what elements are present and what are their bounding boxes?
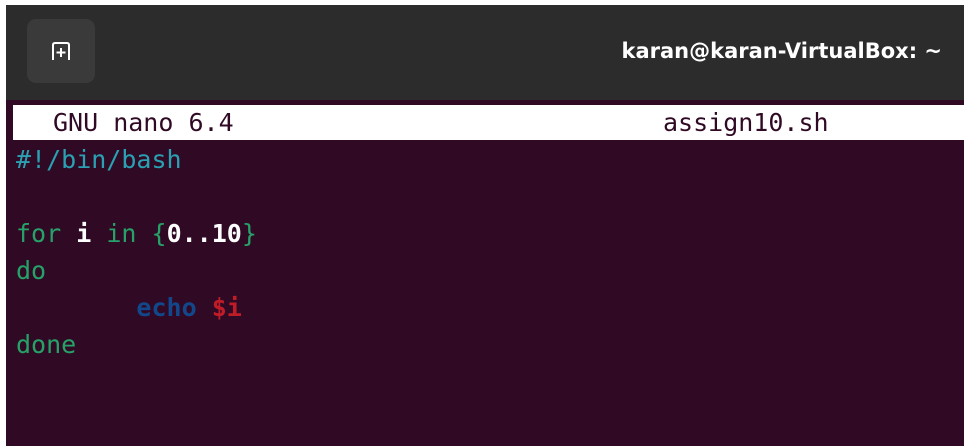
terminal-window: karan@karan-VirtualBox: ~ GNU nano 6.4 a… (6, 5, 964, 446)
code-token: $i (211, 293, 242, 322)
code-token: } (241, 219, 257, 248)
code-line: done (16, 326, 257, 363)
window-title: karan@karan-VirtualBox: ~ (621, 39, 943, 63)
code-token: { (151, 219, 167, 248)
code-token: do (16, 256, 47, 285)
nano-filename: assign10.sh (663, 108, 829, 137)
title-bar: karan@karan-VirtualBox: ~ (6, 5, 964, 100)
code-token: done (16, 330, 77, 359)
code-token: for (16, 219, 62, 248)
new-tab-icon (52, 42, 70, 60)
code-line: echo $i (16, 289, 257, 326)
code-token: 0..10 (166, 219, 242, 248)
code-line: for i in {0..10} (16, 215, 257, 252)
editor-text-area[interactable]: #!/bin/bash for i in {0..10} do echo $i do… (16, 141, 257, 363)
code-token: #!/bin/bash (16, 145, 182, 174)
code-line: do (16, 252, 257, 289)
terminal-area[interactable]: GNU nano 6.4 assign10.sh #!/bin/bash for… (6, 100, 964, 446)
nano-version-label: GNU nano 6.4 (53, 108, 234, 137)
nano-header-bar: GNU nano 6.4 assign10.sh (13, 105, 964, 140)
code-token: in (106, 219, 137, 248)
code-token: i (76, 219, 92, 248)
code-line: #!/bin/bash (16, 141, 257, 178)
new-tab-button[interactable] (27, 19, 95, 83)
code-token: echo (136, 293, 197, 322)
